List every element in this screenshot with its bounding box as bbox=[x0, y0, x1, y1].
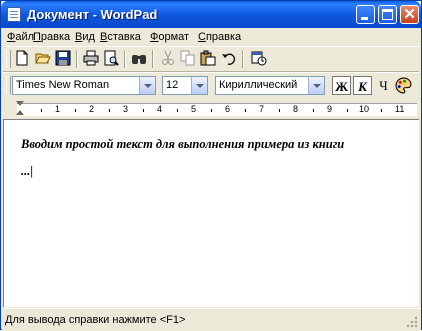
font-name-value: Times New Roman bbox=[16, 79, 110, 91]
first-line-indent-marker[interactable] bbox=[16, 101, 24, 106]
ruler-tick bbox=[245, 109, 246, 112]
document-text-line: Вводим простой текст для выполнения прим… bbox=[21, 137, 345, 151]
ruler-number: 9 bbox=[327, 104, 333, 114]
status-text: Для вывода справки нажмите <F1> bbox=[5, 314, 186, 326]
toolbar-grip[interactable] bbox=[6, 76, 11, 94]
resize-grip[interactable] bbox=[406, 316, 418, 328]
menu-view[interactable]: Вид bbox=[75, 31, 95, 43]
ruler-strip: 1 2 3 4 5 6 7 8 9 10 11 bbox=[17, 103, 417, 116]
ruler-number: 3 bbox=[123, 104, 129, 114]
menu-file[interactable]: Файл bbox=[7, 31, 34, 43]
menu-edit[interactable]: Правка bbox=[33, 31, 70, 43]
document-area[interactable]: Вводим простой текст для выполнения прим… bbox=[3, 119, 419, 307]
maximize-button[interactable] bbox=[378, 5, 397, 24]
date-time-icon[interactable] bbox=[251, 50, 267, 66]
ruler[interactable]: 1 2 3 4 5 6 7 8 9 10 11 bbox=[3, 100, 419, 118]
italic-button[interactable]: К bbox=[353, 76, 372, 95]
new-icon[interactable] bbox=[14, 50, 30, 66]
toolbar-grip[interactable] bbox=[6, 50, 11, 68]
find-icon[interactable] bbox=[131, 50, 147, 66]
maximize-icon bbox=[382, 9, 393, 20]
font-size-select[interactable]: 12 bbox=[162, 76, 208, 95]
ruler-number: 1 bbox=[55, 104, 61, 114]
ruler-tick bbox=[211, 109, 212, 112]
cut-icon[interactable] bbox=[160, 50, 176, 66]
script-select[interactable]: Кириллический bbox=[215, 76, 325, 95]
font-name-select[interactable]: Times New Roman bbox=[12, 76, 156, 95]
format-toolbar: Times New Roman 12 Кириллический Ж К Ч bbox=[3, 72, 419, 101]
chevron-down-icon[interactable] bbox=[308, 77, 324, 94]
ruler-tick bbox=[41, 109, 42, 112]
copy-icon[interactable] bbox=[180, 50, 196, 66]
ruler-tick bbox=[143, 109, 144, 112]
toolbar-separator bbox=[76, 50, 78, 68]
wordpad-document-icon[interactable] bbox=[7, 7, 21, 22]
ruler-number: 2 bbox=[89, 104, 95, 114]
print-icon[interactable] bbox=[83, 50, 99, 66]
status-bar: Для вывода справки нажмите <F1> bbox=[2, 308, 421, 331]
ruler-tick bbox=[109, 109, 110, 112]
bold-button[interactable]: Ж bbox=[332, 76, 351, 95]
undo-icon[interactable] bbox=[221, 50, 237, 66]
underline-button[interactable]: Ч bbox=[374, 76, 393, 95]
close-button[interactable]: ✕ bbox=[400, 5, 419, 24]
chevron-down-icon[interactable] bbox=[191, 77, 207, 94]
minimize-icon bbox=[361, 17, 368, 20]
ruler-tick bbox=[75, 109, 76, 112]
ruler-tick bbox=[381, 109, 382, 112]
document-text-line: ...| bbox=[21, 164, 34, 178]
standard-toolbar bbox=[3, 46, 419, 72]
open-icon[interactable] bbox=[35, 50, 51, 66]
ruler-tick bbox=[177, 109, 178, 112]
paste-icon[interactable] bbox=[200, 50, 216, 66]
window-title: Документ - WordPad bbox=[27, 7, 158, 22]
ruler-number: 10 bbox=[359, 104, 370, 114]
ruler-number: 4 bbox=[157, 104, 163, 114]
menu-help[interactable]: Справка bbox=[198, 31, 241, 43]
menu-format[interactable]: Формат bbox=[150, 31, 189, 43]
ruler-tick bbox=[347, 109, 348, 112]
left-indent-marker[interactable] bbox=[16, 110, 24, 115]
minimize-button[interactable] bbox=[356, 5, 375, 24]
ruler-number: 7 bbox=[259, 104, 265, 114]
print-preview-icon[interactable] bbox=[103, 50, 119, 66]
toolbar-separator bbox=[124, 50, 126, 68]
script-value: Кириллический bbox=[219, 79, 298, 91]
toolbar-separator bbox=[242, 50, 244, 68]
wordpad-window: Документ - WordPad ✕ Файл Правка Вид Вст… bbox=[0, 0, 422, 331]
ruler-tick bbox=[313, 109, 314, 112]
menu-bar: Файл Правка Вид Вставка Формат Справка bbox=[3, 28, 421, 46]
ruler-tick bbox=[279, 109, 280, 112]
color-palette-icon[interactable] bbox=[395, 77, 412, 94]
chevron-down-icon[interactable] bbox=[139, 77, 155, 94]
title-bar[interactable]: Документ - WordPad ✕ bbox=[1, 1, 421, 28]
toolbar-separator bbox=[152, 50, 154, 68]
ruler-number: 5 bbox=[191, 104, 197, 114]
menu-insert[interactable]: Вставка bbox=[100, 31, 141, 43]
ruler-number: 11 bbox=[395, 104, 405, 114]
font-size-value: 12 bbox=[166, 79, 179, 91]
ruler-number: 8 bbox=[293, 104, 299, 114]
save-icon[interactable] bbox=[55, 50, 71, 66]
ruler-number: 6 bbox=[225, 104, 231, 114]
close-icon: ✕ bbox=[403, 6, 416, 23]
